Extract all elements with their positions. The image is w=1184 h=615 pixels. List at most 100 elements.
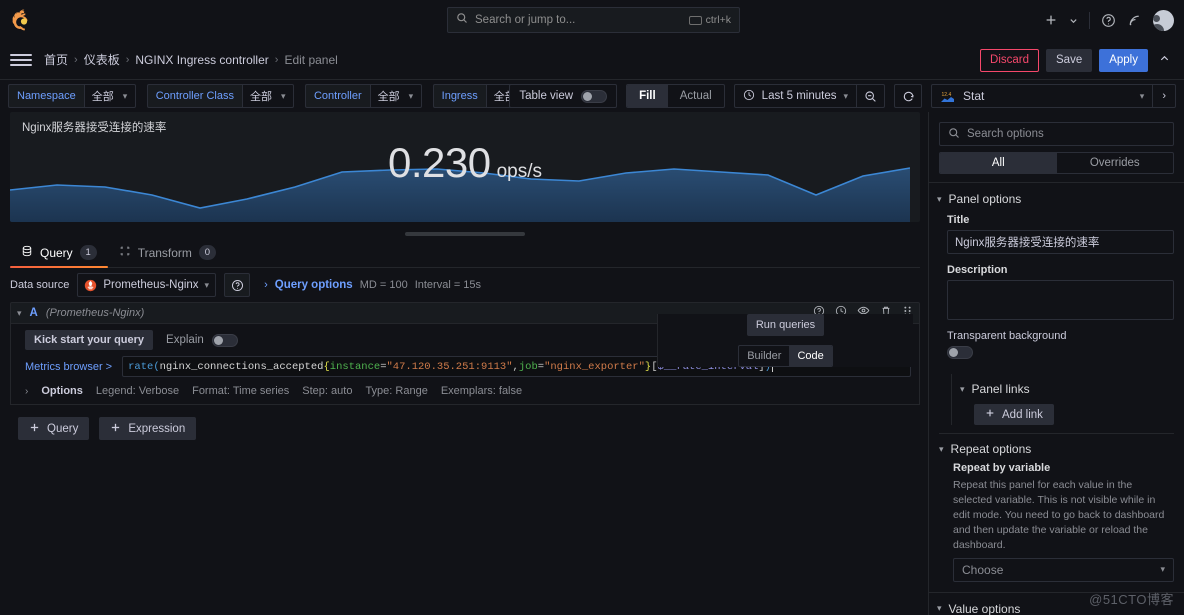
options-search-input[interactable]: Search options (939, 122, 1174, 146)
plus-icon (29, 422, 40, 436)
chevron-down-icon[interactable] (1069, 16, 1078, 25)
query-count-badge: 1 (79, 245, 97, 260)
zoom-out-icon[interactable] (857, 90, 884, 103)
add-link-button[interactable]: Add link (974, 404, 1054, 425)
code-mode-option[interactable]: Code (789, 345, 832, 366)
prometheus-icon (84, 279, 97, 292)
chevron-down-icon[interactable]: ▾ (17, 308, 22, 319)
chevron-down-icon[interactable]: ▾ (1140, 91, 1153, 102)
datasource-help-button[interactable] (224, 273, 251, 297)
time-range-button[interactable]: Last 5 minutes ▾ (735, 89, 856, 104)
panel-description-textarea[interactable] (947, 280, 1174, 320)
actual-option[interactable]: Actual (668, 85, 724, 107)
chevron-down-icon: ▾ (408, 90, 414, 101)
variable-select[interactable]: 全部 ▾ (83, 84, 136, 108)
datasource-select[interactable]: Prometheus-Nginx ▾ (77, 273, 217, 297)
metrics-browser-button[interactable]: Metrics browser > (25, 356, 116, 377)
table-view-toggle[interactable]: Table view (509, 84, 618, 108)
datasource-row: Data source Prometheus-Nginx ▾ › Query o… (10, 268, 920, 302)
title-field-label: Title (947, 214, 970, 226)
chevron-right-icon[interactable]: › (1153, 90, 1175, 102)
tab-query[interactable]: Query 1 (10, 238, 108, 268)
transparent-background-toggle[interactable] (947, 346, 973, 359)
repeat-options-section: ▾ Repeat options Repeat by variable Repe… (939, 433, 1174, 582)
visualization-current[interactable]: 12.4 Stat (932, 89, 1140, 103)
grafana-edit-panel-app: Search or jump to... ctrl+k 首页 › 仪表板 › N… (0, 0, 1184, 615)
variable-select[interactable]: 全部 ▾ (241, 84, 294, 108)
transparent-background-label: Transparent background (947, 330, 1067, 342)
visualization-picker[interactable]: 12.4 Stat ▾ › (931, 84, 1176, 108)
breadcrumb-item-home[interactable]: 首页 (44, 51, 68, 68)
panel-links-section: ▾ Panel links Add link (951, 374, 1174, 425)
tab-transform[interactable]: Transform 0 (108, 238, 227, 267)
variable-value: 全部 (91, 91, 114, 103)
table-view-label: Table view (519, 90, 574, 102)
section-title: Value options (948, 601, 1021, 615)
add-expression-button[interactable]: Expression (99, 417, 197, 440)
panel-links-header[interactable]: ▾ Panel links (960, 376, 1174, 402)
transform-icon (119, 245, 131, 260)
options-label[interactable]: Options (41, 385, 83, 397)
chevron-right-icon[interactable]: › (25, 386, 28, 397)
query-options-label: Query options (274, 279, 353, 291)
repeat-variable-select[interactable]: Choose ▾ (953, 557, 1174, 582)
search-placeholder: Search or jump to... (475, 14, 576, 26)
help-circle-icon[interactable] (1101, 13, 1116, 28)
panel-title-input[interactable]: Nginx服务器接受连接的速率 (947, 230, 1174, 254)
stat-panel[interactable]: Nginx服务器接受连接的速率 0.230 ops/s (10, 112, 920, 222)
rss-icon[interactable] (1127, 13, 1142, 28)
panel-resize-handle[interactable] (10, 230, 920, 238)
panel-options-pane: Search options All Overrides ▾ Panel opt… (928, 112, 1184, 615)
explain-toggle[interactable]: Explain (166, 333, 238, 347)
add-query-button[interactable]: Query (18, 417, 90, 440)
save-button[interactable]: Save (1046, 48, 1093, 72)
chevron-right-icon: › (264, 279, 268, 291)
panel-links-title: Panel links (971, 382, 1030, 396)
plus-icon[interactable] (1044, 13, 1058, 27)
variable-value: 全部 (249, 91, 272, 103)
add-expression-label: Expression (128, 422, 186, 435)
option-type: Type: Range (365, 385, 428, 397)
avatar[interactable] (1153, 9, 1174, 31)
variable-label: Ingress (432, 84, 486, 108)
variable-label: Controller Class (146, 84, 242, 108)
chevron-down-icon: ▾ (122, 90, 128, 101)
chevron-down-icon: ▾ (1160, 564, 1165, 575)
query-ref-id[interactable]: A (30, 307, 38, 319)
datasource-label: Data source (10, 279, 70, 291)
search-input[interactable]: Search or jump to... ctrl+k (447, 7, 740, 33)
options-search-placeholder: Search options (967, 128, 1044, 140)
repeat-options-header[interactable]: ▾ Repeat options (939, 436, 1174, 462)
refresh-button[interactable] (894, 84, 922, 108)
repeat-by-variable-description: Repeat this panel for each value in the … (953, 479, 1165, 551)
hamburger-menu-icon[interactable] (10, 49, 32, 71)
fill-option[interactable]: Fill (627, 85, 668, 107)
plus-icon (110, 422, 121, 436)
overrides-tab[interactable]: Overrides (1057, 153, 1174, 173)
all-options-tab[interactable]: All (940, 153, 1057, 173)
kick-start-query-button[interactable]: Kick start your query (25, 330, 154, 350)
builder-mode-option[interactable]: Builder (739, 346, 789, 366)
variable-select[interactable]: 全部 ▾ (369, 84, 422, 108)
discard-button[interactable]: Discard (980, 48, 1039, 72)
section-panel-options[interactable]: ▾ Panel options (929, 182, 1184, 214)
options-scroll-area[interactable]: ▾ Panel options Title Nginx服务器接受连接的速率 De… (929, 174, 1184, 615)
breadcrumb-item-dashboards[interactable]: 仪表板 (84, 51, 120, 68)
breadcrumb-item-dashboard[interactable]: NGINX Ingress controller (135, 53, 268, 67)
variable-label: Controller (304, 84, 370, 108)
chevron-up-icon[interactable] (1155, 53, 1174, 67)
transform-count-badge: 0 (198, 245, 216, 260)
variables-toolbar: Namespace 全部 ▾ Controller Class 全部 ▾ Con… (0, 80, 1184, 112)
panel-edit-toolbar: Table view Fill Actual Last 5 minutes ▾ (509, 84, 1176, 108)
toggle-switch[interactable] (581, 89, 608, 103)
stat-viz-icon: 12.4 (940, 90, 955, 103)
tab-transform-label: Transform (137, 245, 192, 260)
chevron-down-icon: ▾ (280, 90, 286, 101)
toggle-switch[interactable] (211, 333, 238, 347)
edit-panel-actions: Discard Save Apply (980, 40, 1174, 80)
apply-button[interactable]: Apply (1099, 48, 1148, 72)
grafana-logo-icon[interactable] (12, 8, 36, 32)
run-queries-button[interactable]: Run queries (746, 313, 825, 336)
sparkline-area (10, 168, 910, 222)
query-options-group[interactable]: › Query options MD = 100 Interval = 15s (264, 279, 481, 291)
